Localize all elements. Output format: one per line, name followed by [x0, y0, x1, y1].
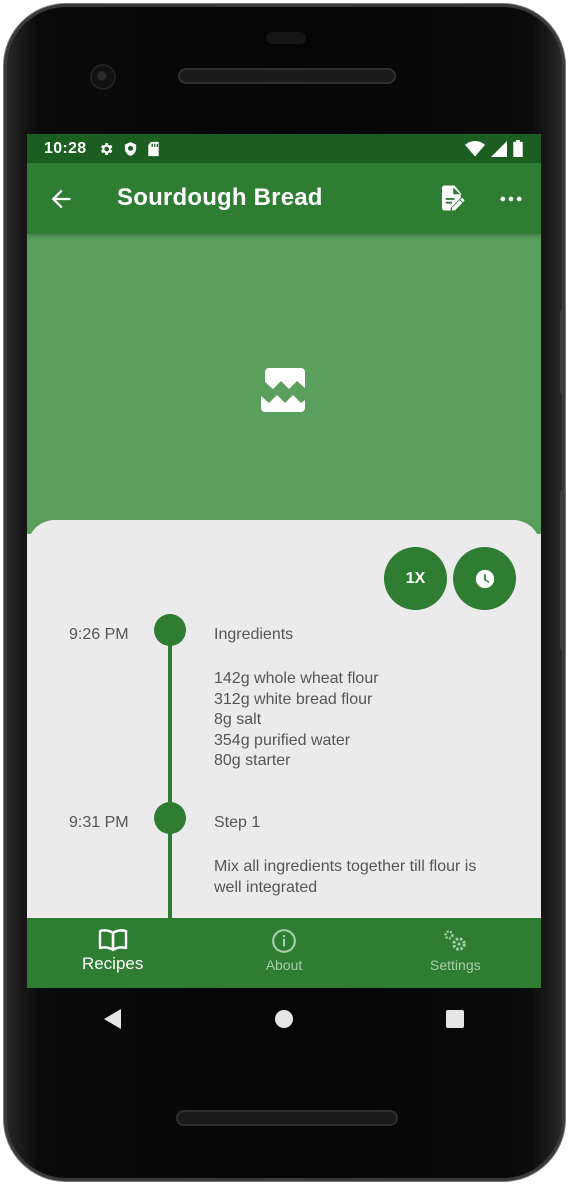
sd-card-icon	[148, 141, 160, 156]
home-circle-icon	[274, 1010, 293, 1028]
power-button	[560, 310, 565, 394]
earpiece-sensor	[266, 32, 306, 44]
back-button[interactable]	[47, 185, 75, 213]
bottom-speaker	[176, 1110, 398, 1126]
back-triangle-icon	[103, 1009, 121, 1029]
wifi-icon	[465, 140, 485, 156]
more-horizontal-icon	[500, 196, 522, 202]
system-recents-button[interactable]	[435, 999, 475, 1039]
ingredient-line: 80g starter	[214, 752, 291, 769]
scale-button[interactable]: 1X	[384, 547, 447, 610]
timer-button[interactable]	[453, 547, 516, 610]
nav-label: About	[265, 957, 303, 973]
nav-label: Recipes	[81, 954, 144, 973]
system-navigation	[27, 988, 541, 1050]
more-options-button[interactable]	[497, 185, 525, 213]
gears-icon	[444, 930, 467, 951]
back-arrow-icon	[51, 189, 71, 209]
ingredient-line: 354g purified water	[214, 731, 351, 749]
edit-recipe-button[interactable]	[437, 183, 467, 213]
book-icon	[98, 929, 127, 952]
ingredient-list: 142g whole wheat flour 312g white bread …	[214, 669, 514, 772]
step-title: Ingredients	[214, 626, 294, 643]
ingredient-line: 8g salt	[214, 711, 262, 728]
instruction-line: Mix all ingredients together till flour …	[214, 858, 477, 875]
step-time: 9:26 PM	[69, 626, 129, 643]
front-camera	[92, 66, 114, 88]
status-bar: 10:28	[27, 134, 541, 163]
system-home-button[interactable]	[264, 999, 304, 1039]
nav-label: Settings	[430, 957, 481, 973]
ingredient-line: 142g whole wheat flour	[214, 670, 379, 687]
nav-settings[interactable]: Settings	[370, 918, 541, 988]
step-time: 9:31 PM	[69, 814, 129, 831]
info-icon	[272, 929, 296, 953]
page-title: Sourdough Bread	[117, 184, 323, 211]
timeline-line	[168, 636, 172, 802]
app-bar: Sourdough Bread	[27, 163, 541, 234]
battery-icon	[513, 140, 523, 157]
edit-document-icon	[442, 185, 465, 211]
gear-icon	[101, 142, 113, 155]
status-time: 10:28	[44, 139, 87, 157]
step-instructions: Mix all ingredients together till flour …	[214, 857, 514, 898]
ingredient-line: 312g white bread flour	[214, 690, 373, 708]
nav-recipes[interactable]: Recipes	[27, 918, 198, 988]
top-speaker	[178, 68, 396, 84]
instruction-line: well integrated	[214, 878, 318, 896]
step-title: Step 1	[214, 814, 261, 831]
recipe-image	[27, 234, 541, 534]
cell-signal-icon	[491, 140, 507, 157]
bottom-navigation: Recipes About Settings	[27, 918, 541, 988]
shield-icon	[125, 141, 137, 156]
recipe-sheet: 1X 9:26 PM Ingredients 142g whole wheat …	[27, 520, 541, 944]
volume-button	[560, 490, 565, 650]
broken-image-icon	[261, 368, 305, 412]
clock-icon	[475, 569, 494, 588]
screen: 10:28 Sourdough Bread 1X 9:26 PM Ingredi…	[27, 134, 541, 988]
scale-label: 1X	[405, 569, 426, 587]
recents-square-icon	[446, 1010, 465, 1028]
nav-about[interactable]: About	[198, 918, 369, 988]
system-back-button[interactable]	[93, 999, 133, 1039]
